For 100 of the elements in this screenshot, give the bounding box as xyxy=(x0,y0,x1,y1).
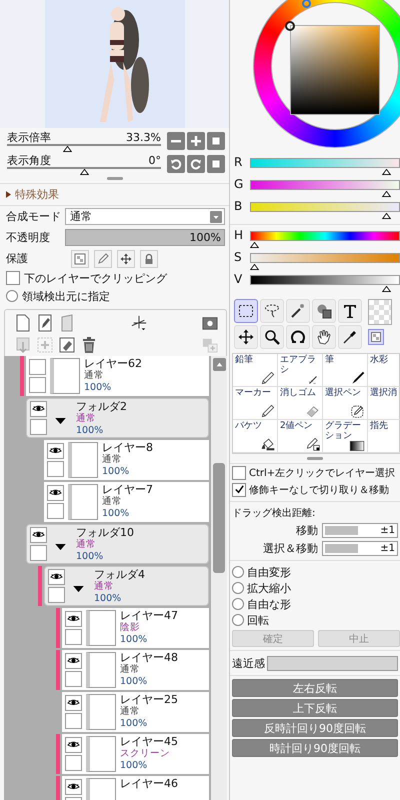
mask-icon[interactable] xyxy=(202,314,218,332)
color-preview[interactable] xyxy=(368,299,392,325)
brush-slot[interactable]: 筆 xyxy=(323,354,368,387)
layer-item[interactable]: レイヤー8 通常 100% xyxy=(44,440,209,480)
layer-item[interactable]: レイヤー45 スクリーン 100% xyxy=(62,734,209,774)
protect-transparency-button[interactable] xyxy=(71,250,89,268)
brush-slot[interactable]: 指先 xyxy=(368,420,400,453)
brush-slot[interactable]: 消しゴム xyxy=(278,387,323,420)
pen-layer-icon[interactable] xyxy=(37,314,53,332)
visibility-toggle[interactable] xyxy=(65,653,82,669)
select-toggle[interactable] xyxy=(65,713,82,729)
clipping-label[interactable]: 下のレイヤーでクリッピング xyxy=(24,270,167,286)
trash-icon[interactable] xyxy=(81,336,97,354)
layer-item[interactable]: レイヤー7 通常 100% xyxy=(44,482,209,522)
brush-slot[interactable]: 2値ペン xyxy=(278,420,323,453)
brush-slot[interactable]: 水彩 xyxy=(368,354,400,387)
flip-rotate-button[interactable]: 反時計回り90度回転 xyxy=(232,719,398,737)
clipping-checkbox[interactable] xyxy=(6,271,20,285)
transform-label[interactable]: 自由な形 xyxy=(247,596,291,612)
brush-slot[interactable]: マーカー xyxy=(233,387,278,420)
transform-label[interactable]: 自由変形 xyxy=(247,564,291,580)
layer-item[interactable]: フォルダ4 通常 100% xyxy=(44,566,209,606)
protect-lock-button[interactable] xyxy=(140,250,158,268)
zoom-reset-button[interactable] xyxy=(207,132,225,150)
select-toggle[interactable] xyxy=(65,671,82,687)
visibility-toggle[interactable] xyxy=(29,359,46,375)
scroll-thumb[interactable] xyxy=(213,463,225,573)
transform-label[interactable]: 回転 xyxy=(247,612,269,628)
collapse-arrow-icon[interactable] xyxy=(73,586,84,592)
visibility-toggle[interactable] xyxy=(48,569,65,585)
perspective-slider[interactable] xyxy=(267,656,398,670)
layer-item[interactable]: レイヤー25 通常 100% xyxy=(62,692,209,732)
select-toggle[interactable] xyxy=(30,419,47,435)
color-slider[interactable] xyxy=(250,253,400,270)
transform-radio[interactable] xyxy=(232,566,244,578)
visibility-toggle[interactable] xyxy=(65,695,82,711)
brush-slot[interactable]: 選択消 xyxy=(368,387,400,420)
angle-slider[interactable] xyxy=(7,167,161,176)
color-slider[interactable] xyxy=(250,275,400,292)
select-toggle[interactable] xyxy=(29,377,46,393)
selection-source-radio[interactable] xyxy=(6,290,18,302)
tool-button[interactable] xyxy=(234,299,258,323)
brush-slot[interactable]: 鉛筆 xyxy=(233,354,278,387)
distance-field[interactable]: ±1 xyxy=(322,540,398,556)
layer-item[interactable]: フォルダ2 通常 100% xyxy=(26,398,209,438)
zoom-slider[interactable] xyxy=(7,144,161,153)
brush-slot[interactable]: 選択ペン xyxy=(323,387,368,420)
protect-draw-button[interactable] xyxy=(94,250,112,268)
collapse-arrow-icon[interactable] xyxy=(55,418,66,424)
transform-label[interactable]: 拡大縮小 xyxy=(247,580,291,596)
color-slider[interactable] xyxy=(250,231,400,248)
zoom-in-button[interactable] xyxy=(187,132,205,150)
visibility-toggle[interactable] xyxy=(65,611,82,627)
opacity-slider[interactable]: 100% xyxy=(65,229,225,246)
select-toggle[interactable] xyxy=(65,629,82,645)
protect-move-button[interactable] xyxy=(117,250,135,268)
visibility-toggle[interactable] xyxy=(65,737,82,753)
visibility-toggle[interactable] xyxy=(65,779,82,795)
layer-item[interactable]: レイヤー47 陰影 100% xyxy=(62,608,209,648)
rotate-left-button[interactable] xyxy=(167,155,185,173)
brush-slot[interactable]: グラデーション xyxy=(323,420,368,453)
resize-grip[interactable] xyxy=(106,177,122,180)
new-layer-icon[interactable] xyxy=(15,314,31,332)
distance-field[interactable]: ±1 xyxy=(322,522,398,538)
flip-rotate-button[interactable]: 上下反転 xyxy=(232,699,398,717)
collapse-arrow-icon[interactable] xyxy=(55,544,66,550)
zoom-out-button[interactable] xyxy=(167,132,185,150)
color-slider[interactable] xyxy=(250,180,400,197)
select-toggle[interactable] xyxy=(47,503,64,519)
visibility-toggle[interactable] xyxy=(47,485,64,501)
new-folder-icon[interactable] xyxy=(59,314,75,332)
flip-rotate-button[interactable]: 左右反転 xyxy=(232,679,398,697)
effects-label[interactable]: 特殊効果 xyxy=(15,187,59,202)
scrollbar[interactable] xyxy=(211,356,227,800)
transparency-toggle[interactable] xyxy=(368,329,384,345)
transform-radio[interactable] xyxy=(232,614,244,626)
flip-rotate-button[interactable]: 時計回り90度回転 xyxy=(232,739,398,757)
option-label[interactable]: 修飾キーなしで切り取り＆移動 xyxy=(249,482,389,496)
option-checkbox[interactable] xyxy=(232,482,246,496)
rotate-right-button[interactable] xyxy=(187,155,205,173)
visibility-toggle[interactable] xyxy=(30,401,47,417)
layer-item[interactable]: フォルダ10 通常 100% xyxy=(26,524,209,564)
select-toggle[interactable] xyxy=(47,461,64,477)
eraser-icon[interactable] xyxy=(59,336,75,354)
layer-item[interactable]: レイヤー46 xyxy=(62,776,209,800)
option-label[interactable]: Ctrl+左クリックでレイヤー選択 xyxy=(249,466,396,480)
color-slider[interactable] xyxy=(250,202,400,219)
axis-icon[interactable] xyxy=(130,314,146,332)
brush-slot[interactable]: バケツ xyxy=(233,420,278,453)
scroll-up-button[interactable] xyxy=(212,358,226,371)
color-slider[interactable] xyxy=(250,158,400,175)
layer-item[interactable]: レイヤー62 通常 100% xyxy=(26,356,209,396)
option-checkbox[interactable] xyxy=(232,466,246,480)
expand-arrow-icon[interactable] xyxy=(6,191,11,198)
angle-reset-button[interactable] xyxy=(207,155,225,173)
visibility-toggle[interactable] xyxy=(47,443,64,459)
brush-slot[interactable]: エアブラシ xyxy=(278,354,323,387)
transform-radio[interactable] xyxy=(232,582,244,594)
select-toggle[interactable] xyxy=(65,755,82,771)
blend-mode-dropdown[interactable]: 通常 xyxy=(65,208,225,225)
